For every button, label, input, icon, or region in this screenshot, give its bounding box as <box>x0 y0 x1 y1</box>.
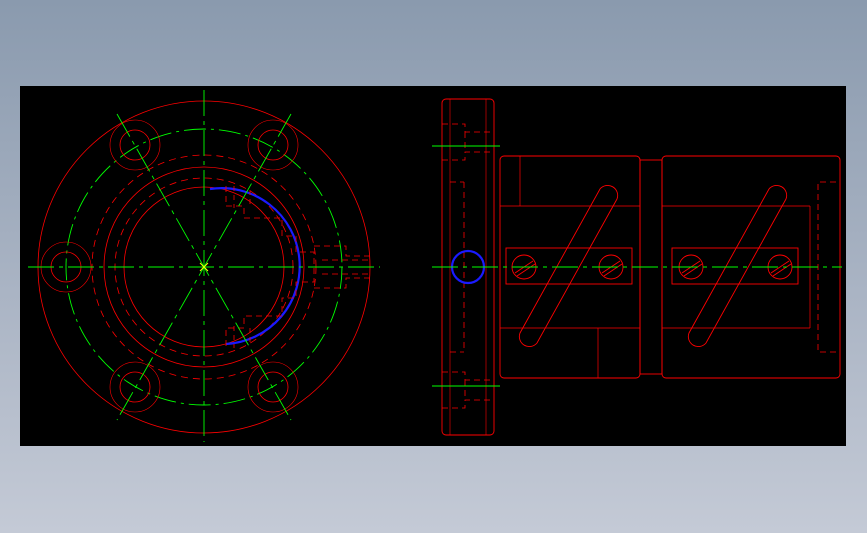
front-view-flange <box>28 90 380 442</box>
bolt-hole-icon <box>109 119 161 171</box>
return-tube-left <box>518 185 619 347</box>
ball-track-arc <box>209 187 301 346</box>
side-view-nut <box>432 98 842 436</box>
cad-drawing <box>28 90 842 442</box>
cad-viewport[interactable] <box>20 86 846 446</box>
bolt-hole-icon <box>247 119 299 171</box>
